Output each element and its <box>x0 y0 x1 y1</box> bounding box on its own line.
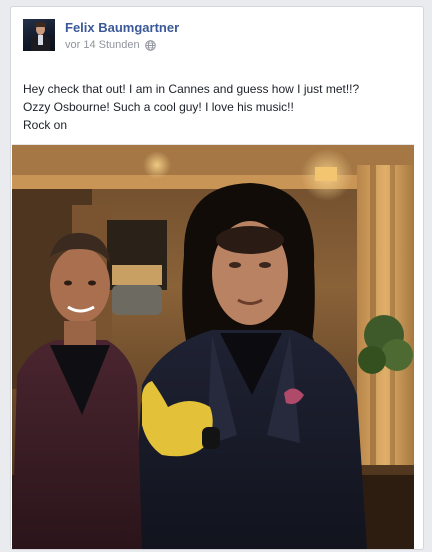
author-avatar[interactable] <box>23 19 55 51</box>
globe-icon[interactable] <box>144 39 156 51</box>
post-text-line: Ozzy Osbourne! Such a cool guy! I love h… <box>23 100 294 114</box>
post-meta: Felix Baumgartner vor 14 Stunden <box>65 20 179 52</box>
author-name-link[interactable]: Felix Baumgartner <box>65 20 179 36</box>
post-text: Hey check that out! I am in Cannes and g… <box>23 80 413 134</box>
post-header: Felix Baumgartner vor 14 Stunden <box>23 19 179 52</box>
post-photo[interactable] <box>12 144 414 549</box>
post-timestamp[interactable]: vor 14 Stunden <box>65 38 140 52</box>
post-text-line: Hey check that out! I am in Cannes and g… <box>23 82 360 96</box>
post-text-line: Rock on <box>23 118 68 132</box>
post-subline: vor 14 Stunden <box>65 38 179 52</box>
feed-post-card: Felix Baumgartner vor 14 Stunden Hey che… <box>10 6 424 550</box>
